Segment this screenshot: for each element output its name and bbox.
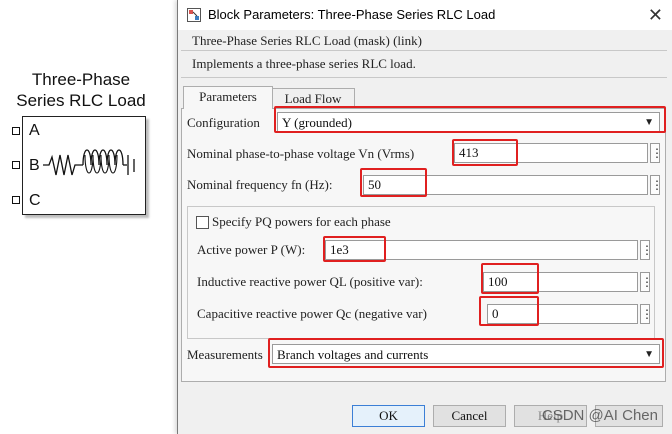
csdn-watermark: CSDN @AI Chen <box>541 407 658 424</box>
active-power-menu-icon[interactable]: ⋮ <box>640 240 653 260</box>
chevron-down-icon: ▼ <box>644 349 654 360</box>
simulink-app-icon <box>187 8 201 22</box>
block-title-line1: Three-Phase <box>31 70 131 89</box>
port-a-connector[interactable] <box>12 127 20 135</box>
measurements-value: Branch voltages and currents <box>277 347 429 362</box>
capacitive-power-field[interactable]: 0 <box>487 304 638 324</box>
active-power-label: Active power P (W): <box>197 242 306 257</box>
mask-header: Three-Phase Series RLC Load (mask) (link… <box>192 33 422 48</box>
cancel-button[interactable]: Cancel <box>433 405 506 427</box>
measurements-label: Measurements <box>187 347 263 362</box>
close-icon[interactable]: ✕ <box>648 5 663 26</box>
inductive-power-field[interactable]: 100 <box>483 272 638 292</box>
block-parameters-dialog: Block Parameters: Three-Phase Series RLC… <box>177 0 672 434</box>
dialog-titlebar[interactable]: Block Parameters: Three-Phase Series RLC… <box>178 0 672 30</box>
rlc-load-block[interactable]: A B C <box>12 116 146 215</box>
rlc-symbol-icon <box>43 149 135 176</box>
header-divider <box>181 50 667 51</box>
configuration-dropdown[interactable]: Y (grounded) ▼ <box>277 112 660 132</box>
port-c-connector[interactable] <box>12 196 20 204</box>
inductive-power-label: Inductive reactive power QL (positive va… <box>197 274 423 289</box>
ok-button[interactable]: OK <box>352 405 425 427</box>
specify-pq-label: Specify PQ powers for each phase <box>212 214 391 229</box>
capacitive-power-menu-icon[interactable]: ⋮ <box>640 304 653 324</box>
configuration-value: Y (grounded) <box>282 115 352 130</box>
description-divider <box>181 77 667 78</box>
specify-pq-checkbox[interactable] <box>196 216 209 229</box>
tab-load-flow[interactable]: Load Flow <box>271 88 355 109</box>
chevron-down-icon: ▼ <box>644 117 654 128</box>
nominal-frequency-field[interactable]: 50 <box>363 175 648 195</box>
capacitive-power-label: Capacitive reactive power Qc (negative v… <box>197 306 427 321</box>
active-power-field[interactable]: 1e3 <box>325 240 638 260</box>
nominal-voltage-field[interactable]: 413 <box>454 143 648 163</box>
nominal-voltage-label: Nominal phase-to-phase voltage Vn (Vrms) <box>187 146 415 161</box>
port-b-connector[interactable] <box>12 161 20 169</box>
nominal-frequency-label: Nominal frequency fn (Hz): <box>187 177 333 192</box>
tab-parameters[interactable]: Parameters <box>183 86 273 109</box>
block-title-line2: Series RLC Load <box>16 91 146 110</box>
dialog-title: Block Parameters: Three-Phase Series RLC… <box>208 7 496 22</box>
inductive-power-menu-icon[interactable]: ⋮ <box>640 272 653 292</box>
nominal-frequency-menu-icon[interactable]: ⋮ <box>650 175 663 195</box>
configuration-label: Configuration <box>187 115 260 130</box>
nominal-voltage-menu-icon[interactable]: ⋮ <box>650 143 663 163</box>
measurements-dropdown[interactable]: Branch voltages and currents ▼ <box>272 344 660 364</box>
mask-description: Implements a three-phase series RLC load… <box>192 56 416 71</box>
